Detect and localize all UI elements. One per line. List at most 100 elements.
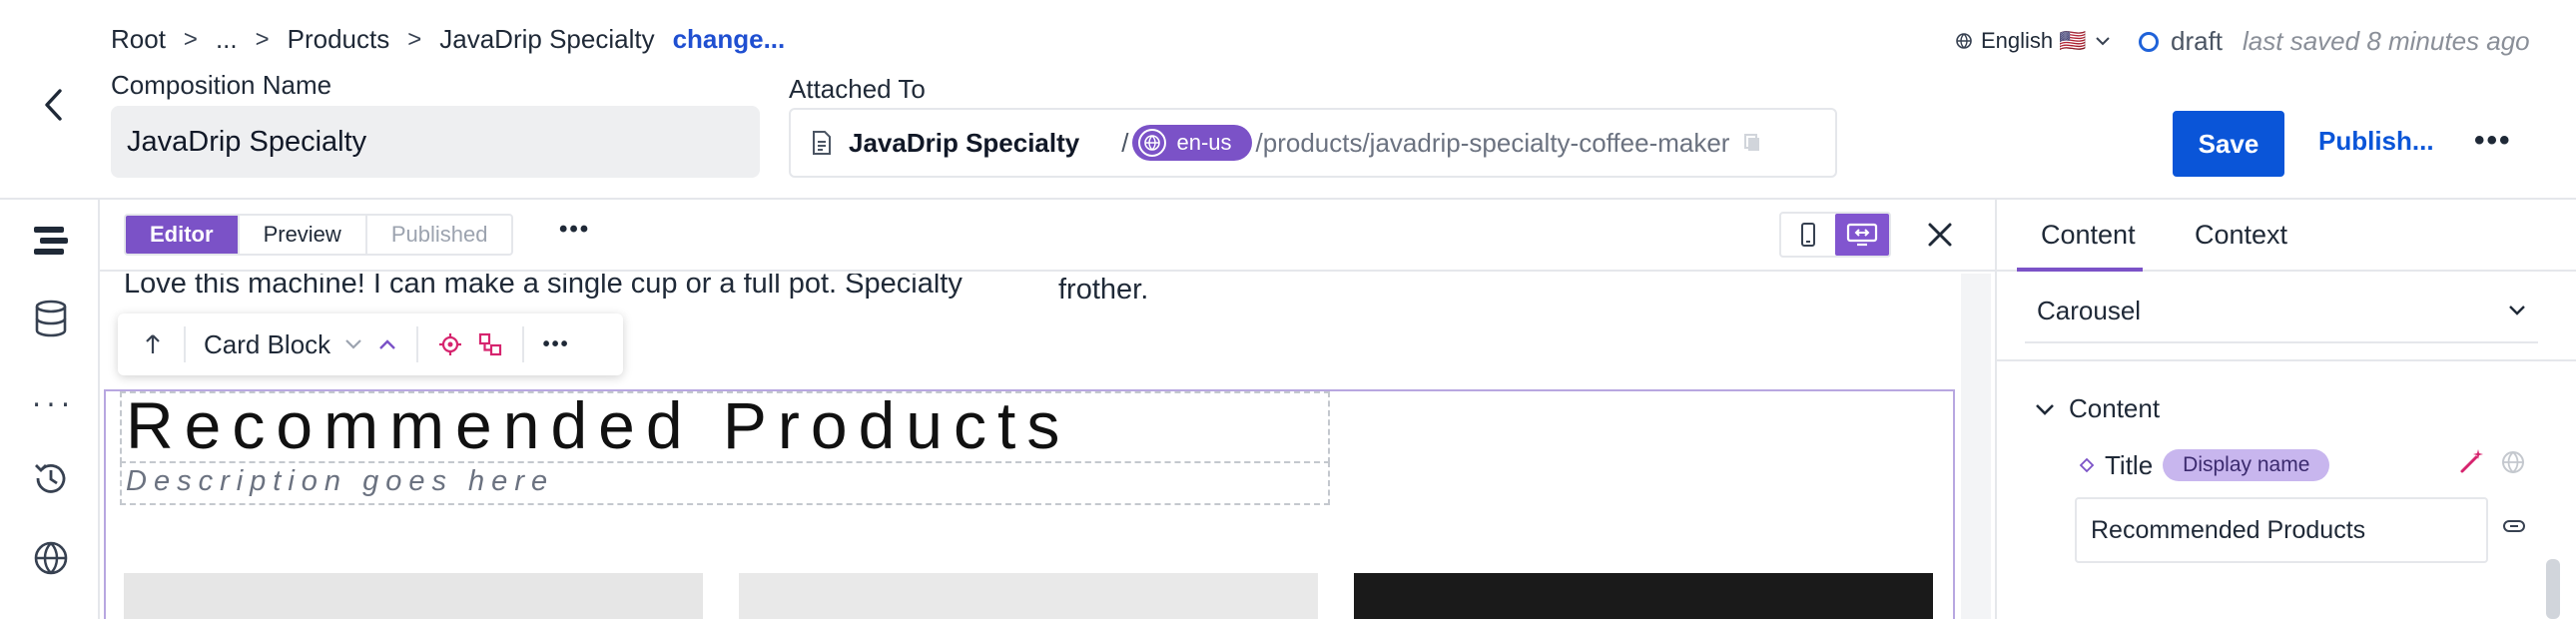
link-button[interactable] (2502, 519, 2526, 538)
review-text: Love this machine! I can make a single c… (124, 274, 963, 300)
tab-context[interactable]: Context (2195, 220, 2287, 251)
select-parent-button[interactable] (132, 323, 172, 365)
move-up-button[interactable] (370, 323, 404, 365)
globe-icon[interactable] (30, 537, 72, 579)
block-toolbar: Card Block ••• (118, 313, 623, 375)
select-value: Carousel (2037, 295, 2142, 325)
breadcrumb-root[interactable]: Root (111, 24, 166, 55)
attached-path: /products/javadrip-specialty-coffee-make… (1255, 127, 1730, 158)
globe-icon (1138, 129, 1167, 157)
structure-icon[interactable] (30, 220, 72, 262)
panel-tabs: Content Context (1997, 200, 2576, 272)
link-icon (2503, 520, 2525, 532)
back-button[interactable] (30, 82, 76, 128)
title-input[interactable]: Recommended Products (2075, 497, 2488, 563)
mobile-icon (1801, 223, 1815, 247)
properties-panel: Content Context Carousel Content Title D… (1995, 200, 2576, 619)
localize-button[interactable] (2500, 449, 2526, 480)
toolbar-divider (184, 326, 186, 362)
language-label: English 🇺🇸 (1981, 28, 2087, 53)
recommended-products-title[interactable]: Recommended Products (126, 387, 1070, 463)
responsive-icon (1846, 223, 1878, 247)
arrow-up-left-icon (146, 334, 160, 353)
attached-to-label: Attached To (789, 74, 926, 104)
breadcrumb: Root > ... > Products > JavaDrip Special… (111, 24, 785, 55)
chevron-down-icon (2509, 306, 2525, 315)
last-saved-text: last saved 8 minutes ago (2243, 26, 2530, 56)
component-type-select[interactable]: Carousel (2025, 280, 2538, 343)
field-label: Title (2105, 449, 2154, 480)
move-down-button[interactable] (336, 323, 370, 365)
review-text-secondary: frother. (1058, 274, 1149, 306)
desktop-view-button[interactable] (1835, 214, 1889, 256)
editor-more-button[interactable]: ••• (559, 216, 590, 244)
active-tab-indicator (2017, 268, 2143, 272)
display-name-badge: Display name (2163, 449, 2330, 481)
copy-icon[interactable] (1743, 133, 1761, 153)
mobile-view-button[interactable] (1781, 214, 1835, 256)
tab-content[interactable]: Content (2041, 220, 2136, 251)
svg-text:{...}: {...} (31, 384, 71, 412)
block-more-button[interactable]: ••• (536, 323, 576, 365)
left-rail: {...} (0, 200, 100, 619)
breadcrumb-separator: > (183, 25, 198, 53)
attached-to-field[interactable]: JavaDrip Specialty / en-us /products/jav… (789, 108, 1837, 178)
database-icon[interactable] (30, 298, 72, 339)
top-header: Root > ... > Products > JavaDrip Special… (0, 0, 2576, 200)
chevron-left-icon (45, 89, 62, 121)
locale-label: en-us (1176, 130, 1232, 155)
status-label: draft (2171, 26, 2224, 56)
view-mode-tabs: Editor Preview Published (124, 214, 514, 256)
publish-status: draft last saved 8 minutes ago (2139, 26, 2530, 57)
chevron-down-icon (345, 339, 361, 349)
editor-canvas: Love this machine! I can make a single c… (100, 274, 1959, 619)
more-options-button[interactable]: ••• (2474, 124, 2512, 158)
tab-published[interactable]: Published (367, 216, 512, 254)
tab-preview[interactable]: Preview (240, 216, 367, 254)
tab-editor[interactable]: Editor (126, 216, 240, 254)
language-selector[interactable]: English 🇺🇸 (1955, 28, 2111, 54)
section-title: Content (2069, 393, 2161, 423)
document-icon (813, 131, 831, 155)
breadcrumb-separator: > (255, 25, 270, 53)
path-separator: / (1121, 127, 1129, 158)
breadcrumb-products[interactable]: Products (288, 24, 390, 55)
close-editor-button[interactable] (1919, 214, 1961, 256)
status-ring-icon (2139, 31, 2159, 52)
panel-scrollbar[interactable] (2546, 559, 2560, 619)
crosshair-icon (439, 333, 462, 355)
chevron-down-icon (2036, 403, 2054, 415)
editor-toolbar: Editor Preview Published ••• (100, 200, 1995, 272)
save-button[interactable]: Save (2173, 111, 2284, 177)
toolbar-divider (522, 326, 525, 362)
toolbar-divider (416, 326, 419, 362)
breadcrumb-current: JavaDrip Specialty (439, 24, 655, 54)
publish-button[interactable]: Publish... (2318, 126, 2434, 157)
chevron-down-icon (2095, 37, 2110, 46)
breadcrumb-ellipsis[interactable]: ... (216, 24, 238, 55)
pattern-button[interactable] (470, 323, 510, 365)
globe-icon (1956, 33, 1972, 49)
block-type-label: Card Block (204, 328, 331, 359)
close-icon (1928, 223, 1952, 247)
chevron-up-icon (379, 339, 396, 349)
title-field-label-row: Title Display name (2079, 449, 2330, 481)
ai-wand-button[interactable] (2458, 447, 2486, 480)
description-placeholder[interactable]: Description goes here (126, 465, 554, 498)
history-icon[interactable] (30, 457, 72, 499)
target-button[interactable] (430, 323, 470, 365)
product-image[interactable] (124, 573, 703, 619)
diamond-icon (2079, 457, 2095, 473)
code-variables-icon[interactable]: {...} (30, 377, 72, 419)
change-link[interactable]: change... (673, 24, 786, 55)
composition-name-input[interactable]: JavaDrip Specialty (111, 106, 760, 178)
content-section-header[interactable]: Content (2035, 393, 2160, 424)
product-image[interactable] (739, 573, 1318, 619)
product-image[interactable] (1354, 573, 1933, 619)
attached-title: JavaDrip Specialty (849, 127, 1080, 158)
breadcrumb-separator: > (407, 25, 422, 53)
magic-wand-icon (2460, 449, 2483, 473)
device-toggle (1779, 212, 1891, 258)
canvas-scrollbar[interactable] (1961, 274, 1991, 619)
composition-name-label: Composition Name (111, 70, 332, 100)
